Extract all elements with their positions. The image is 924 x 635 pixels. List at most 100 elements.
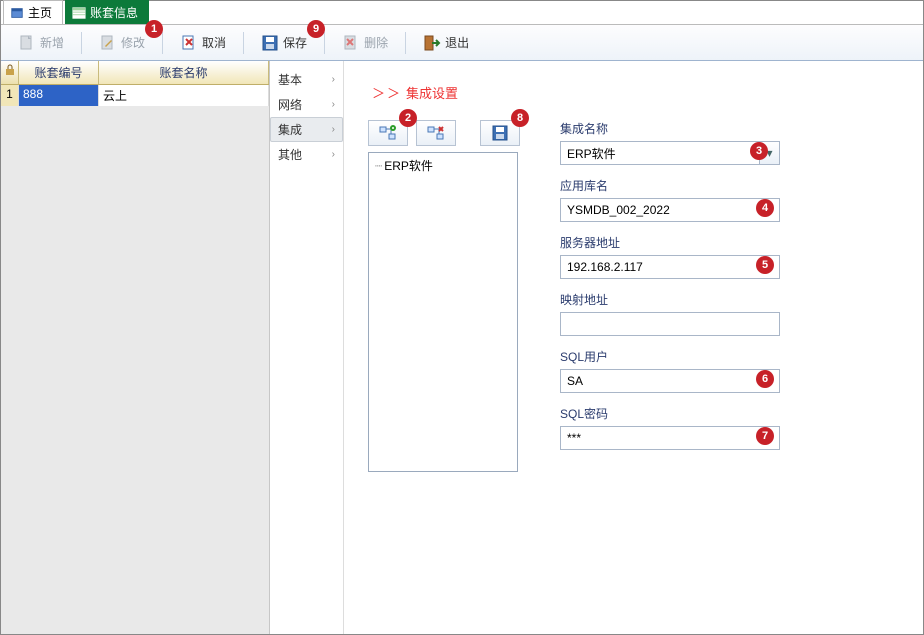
integration-name-select[interactable]: ERP软件 ▾ <box>560 141 780 165</box>
edit-button[interactable]: 修改 1 <box>88 29 156 57</box>
grid-row[interactable]: 1 888 云上 <box>1 85 269 107</box>
sql-user-input[interactable] <box>560 369 780 393</box>
grid-row-num: 888 <box>19 85 99 106</box>
new-label: 新增 <box>40 34 64 51</box>
save-label: 保存 <box>283 34 307 51</box>
add-node-icon <box>379 125 397 141</box>
badge-6: 6 <box>756 370 774 388</box>
toolbar-sep <box>162 32 163 54</box>
tab-account-label: 账套信息 <box>90 4 138 21</box>
badge-3: 3 <box>750 142 768 160</box>
toolbar: 新增 修改 1 取消 保存 9 删除 退出 <box>1 25 923 61</box>
mini-toolbar: 2 8 <box>368 120 520 146</box>
sidenav-label: 基本 <box>278 71 302 88</box>
integration-tree[interactable]: ERP软件 <box>368 152 518 472</box>
save-icon <box>261 34 279 52</box>
crumb-text: 集成设置 <box>406 86 458 101</box>
work-area: 2 8 ERP软件 <box>368 120 899 472</box>
label-map-addr: 映射地址 <box>560 291 800 308</box>
badge-5: 5 <box>756 256 774 274</box>
toolbar-sep <box>243 32 244 54</box>
grid-header-name[interactable]: 账套名称 <box>99 61 269 84</box>
tab-home-label: 主页 <box>28 4 52 21</box>
sql-pwd-input[interactable] <box>560 426 780 450</box>
new-button[interactable]: 新增 <box>7 29 75 57</box>
badge-2: 2 <box>399 109 417 127</box>
delete-button[interactable]: 删除 <box>331 29 399 57</box>
sidenav-item-basic[interactable]: 基本 › <box>270 67 343 92</box>
toolbar-sep <box>324 32 325 54</box>
integration-form: 集成名称 ERP软件 ▾ 3 应用库名 4 服务器地址 <box>560 120 800 472</box>
chevron-right-icon: › <box>332 74 335 85</box>
badge-4: 4 <box>756 199 774 217</box>
server-addr-input[interactable] <box>560 255 780 279</box>
badge-7: 7 <box>756 427 774 445</box>
badge-1: 1 <box>145 20 163 38</box>
chevron-right-icon: › <box>332 99 335 110</box>
remove-node-icon <box>427 125 445 141</box>
badge-9: 9 <box>307 20 325 38</box>
field-map-addr: 映射地址 <box>560 291 800 336</box>
app-db-input[interactable] <box>560 198 780 222</box>
delete-icon <box>342 34 360 52</box>
exit-button[interactable]: 退出 <box>412 29 480 57</box>
grid-row-name: 云上 <box>99 85 269 106</box>
sidenav-item-other[interactable]: 其他 › <box>270 142 343 167</box>
cancel-button[interactable]: 取消 <box>169 29 237 57</box>
sidenav-item-network[interactable]: 网络 › <box>270 92 343 117</box>
label-app-db: 应用库名 <box>560 177 800 194</box>
crumb-arrows: ＞＞ <box>372 86 402 101</box>
toolbar-sep <box>81 32 82 54</box>
cancel-label: 取消 <box>202 34 226 51</box>
grid-header-lock <box>1 61 19 84</box>
main-body: 账套编号 账套名称 1 888 云上 基本 › 网络 › 集成 › <box>1 61 923 634</box>
section-title: ＞＞ 集成设置 <box>372 83 899 102</box>
content-area: ＞＞ 集成设置 2 8 <box>344 61 923 634</box>
grid-header: 账套编号 账套名称 <box>1 61 269 85</box>
label-server-addr: 服务器地址 <box>560 234 800 251</box>
exit-label: 退出 <box>445 34 469 51</box>
tab-bar: 主页 账套信息 <box>1 1 923 25</box>
home-tab-icon <box>10 6 24 20</box>
new-icon <box>18 34 36 52</box>
cancel-icon <box>180 34 198 52</box>
side-nav: 基本 › 网络 › 集成 › 其他 › <box>270 61 344 634</box>
tree-node[interactable]: ERP软件 <box>375 157 511 174</box>
tab-home[interactable]: 主页 <box>3 0 63 24</box>
grid-empty-area <box>1 107 269 634</box>
save-node-icon <box>492 125 508 141</box>
save-node-button[interactable]: 8 <box>480 120 520 146</box>
grid-header-num[interactable]: 账套编号 <box>19 61 99 84</box>
label-integration-name: 集成名称 <box>560 120 800 137</box>
field-app-db: 应用库名 4 <box>560 177 800 222</box>
sidenav-label: 集成 <box>278 121 302 138</box>
edit-label: 修改 <box>121 34 145 51</box>
label-sql-user: SQL用户 <box>560 348 800 365</box>
app-window: 主页 账套信息 新增 修改 1 取消 保存 9 <box>0 0 924 635</box>
save-button[interactable]: 保存 9 <box>250 29 318 57</box>
account-tab-icon <box>72 6 86 20</box>
field-sql-user: SQL用户 6 <box>560 348 800 393</box>
sidenav-label: 网络 <box>278 96 302 113</box>
left-grid-panel: 账套编号 账套名称 1 888 云上 <box>1 61 270 634</box>
chevron-right-icon: › <box>332 149 335 160</box>
edit-icon <box>99 34 117 52</box>
field-server-addr: 服务器地址 5 <box>560 234 800 279</box>
toolbar-sep <box>405 32 406 54</box>
integration-name-value: ERP软件 <box>567 145 616 162</box>
tree-column: 2 8 ERP软件 <box>368 120 520 472</box>
sidenav-item-integration[interactable]: 集成 › <box>270 117 343 142</box>
field-sql-pwd: SQL密码 7 <box>560 405 800 450</box>
sidenav-label: 其他 <box>278 146 302 163</box>
badge-8: 8 <box>511 109 529 127</box>
tab-account-info[interactable]: 账套信息 <box>65 0 149 24</box>
map-addr-input[interactable] <box>560 312 780 336</box>
delete-label: 删除 <box>364 34 388 51</box>
field-integration-name: 集成名称 ERP软件 ▾ 3 <box>560 120 800 165</box>
add-node-button[interactable]: 2 <box>368 120 408 146</box>
grid-row-index: 1 <box>1 85 19 106</box>
label-sql-pwd: SQL密码 <box>560 405 800 422</box>
chevron-right-icon: › <box>332 124 335 135</box>
remove-node-button[interactable] <box>416 120 456 146</box>
exit-icon <box>423 34 441 52</box>
